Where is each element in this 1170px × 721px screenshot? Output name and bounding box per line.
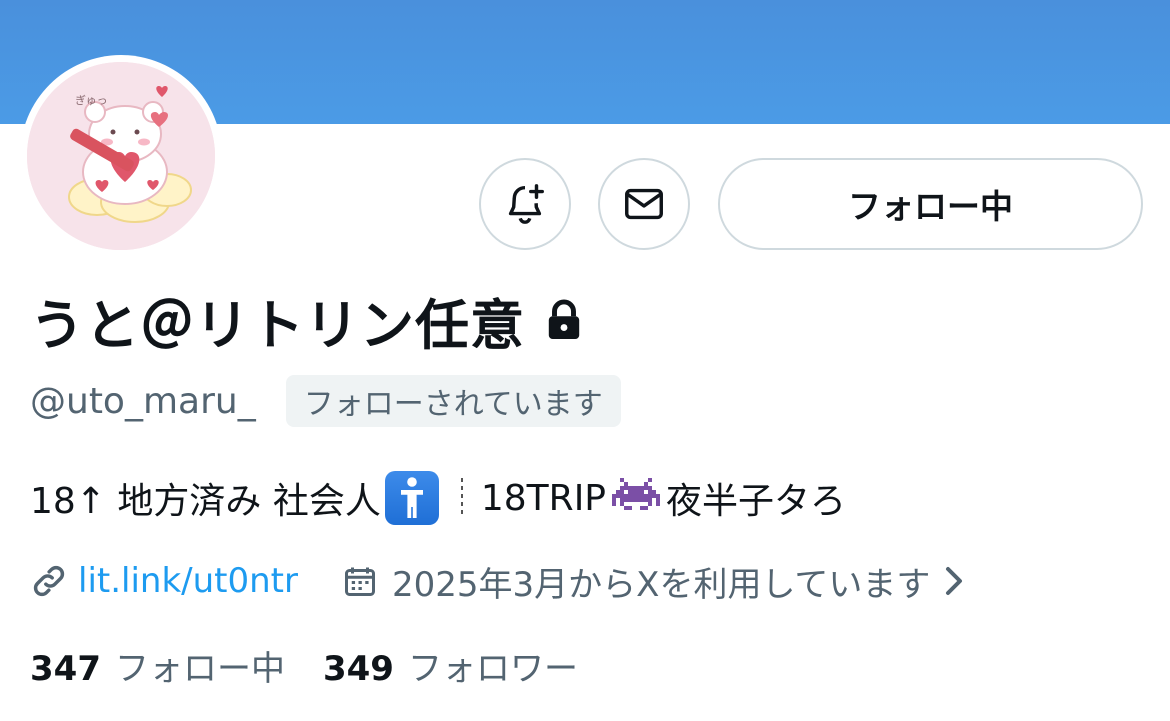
bio-text-3: 夜半子タろ	[666, 481, 847, 522]
avatar[interactable]: ぎゅっ	[27, 62, 215, 250]
name-row: うと＠リトリン任意	[30, 284, 583, 357]
bio-text-2: 18TRIP	[480, 477, 607, 519]
profile-meta-row: lit.link/ut0ntr 2025年3月からXを利用しています	[30, 556, 964, 606]
followers-label: フォロワー	[407, 648, 578, 689]
notify-button[interactable]	[479, 158, 571, 250]
calendar-icon	[342, 563, 378, 599]
user-handle: @uto_maru_	[30, 380, 256, 422]
handle-row: @uto_maru_ フォローされています	[30, 375, 621, 427]
followers-stat[interactable]: 349 フォロワー	[323, 641, 578, 690]
lock-icon	[545, 299, 583, 341]
following-button[interactable]: フォロー中	[718, 158, 1143, 250]
bell-plus-icon	[508, 184, 544, 224]
avatar-illustration: ぎゅっ	[27, 62, 215, 250]
profile-website-link[interactable]: lit.link/ut0ntr	[78, 561, 298, 601]
message-button[interactable]	[598, 158, 690, 250]
bio: 18↑ 地方済み 社会人 18TRIP 夜半子タろ	[30, 470, 846, 526]
profile-page: ぎゅっ フォロー中 うと＠リトリン任意 @uto_maru_ フォローされていま…	[0, 0, 1170, 721]
follow-stats: 347 フォロー中 349 フォロワー	[30, 640, 578, 690]
bio-text-1: 18↑ 地方済み 社会人	[30, 481, 381, 522]
following-label: フォロー中	[114, 648, 285, 689]
followers-count: 349	[322, 648, 394, 689]
follows-you-badge: フォローされています	[285, 375, 621, 427]
bio-separator	[460, 478, 463, 518]
person-standing-emoji	[384, 471, 439, 525]
link-icon	[30, 562, 68, 600]
joined-date[interactable]: 2025年3月からXを利用しています	[392, 557, 930, 606]
svg-text:ぎゅっ: ぎゅっ	[75, 93, 108, 107]
following-button-label: フォロー中	[848, 187, 1013, 226]
space-invader-emoji	[612, 478, 661, 518]
display-name: うと＠リトリン任意	[30, 293, 525, 357]
following-count: 347	[30, 648, 101, 689]
chevron-right-icon[interactable]	[944, 565, 964, 597]
following-stat[interactable]: 347 フォロー中	[30, 641, 285, 690]
envelope-icon	[625, 188, 663, 220]
